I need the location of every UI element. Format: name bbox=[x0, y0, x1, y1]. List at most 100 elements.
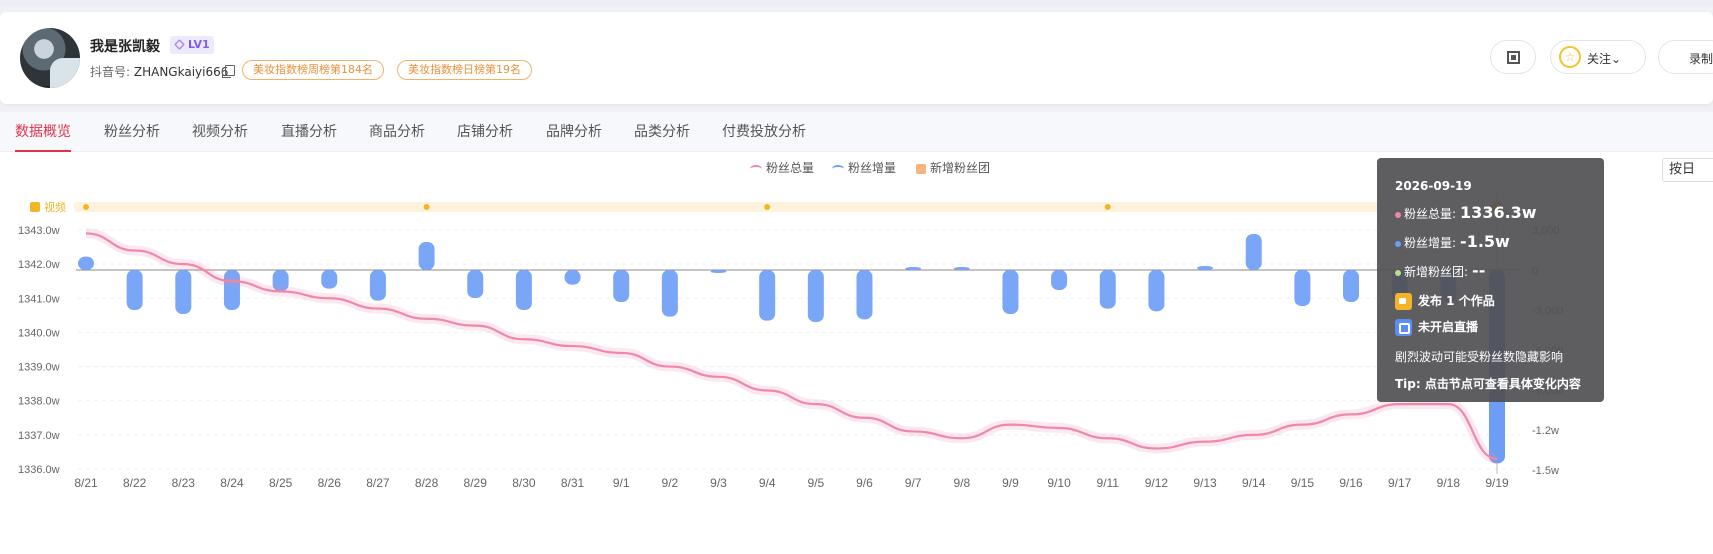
y-left-tick-label: 1338.0w bbox=[18, 396, 60, 408]
fans-total-line-glow bbox=[85, 228, 1498, 464]
avatar[interactable] bbox=[20, 28, 80, 88]
x-tick-label: 9/17 bbox=[1388, 476, 1412, 490]
record-label: 录制 bbox=[1689, 52, 1713, 66]
x-tick-label: 9/14 bbox=[1242, 476, 1266, 490]
video-marker[interactable] bbox=[423, 204, 430, 210]
fans-delta-bar[interactable] bbox=[807, 270, 824, 322]
fans-delta-bar[interactable] bbox=[1294, 270, 1311, 306]
follow-label: 关注⌄ bbox=[1587, 52, 1622, 66]
fans-delta-bar[interactable] bbox=[1099, 270, 1116, 309]
dot-icon bbox=[1395, 240, 1401, 247]
fans-delta-bar[interactable] bbox=[1051, 270, 1068, 290]
level-text: LV1 bbox=[188, 38, 210, 51]
x-tick-label: 8/31 bbox=[561, 476, 585, 490]
qr-button[interactable] bbox=[1490, 40, 1536, 74]
fans-delta-bar[interactable] bbox=[78, 256, 94, 270]
douyin-id-value: ZHANGkaiyi666 bbox=[133, 65, 229, 79]
fans-delta-bar[interactable] bbox=[564, 270, 581, 285]
x-tick-label: 9/5 bbox=[807, 476, 824, 490]
y-left-tick-label: 1342.0w bbox=[18, 259, 60, 271]
fans-delta-bar[interactable] bbox=[613, 270, 630, 302]
chart-tooltip: 2026-09-19 粉丝总量: 1336.3w 粉丝增量: -1.5w 新增粉丝团… bbox=[1377, 158, 1604, 402]
fans-delta-bar[interactable] bbox=[1002, 270, 1019, 314]
x-tick-label: 9/19 bbox=[1485, 476, 1509, 490]
fans-delta-bar[interactable] bbox=[1148, 270, 1165, 312]
fans-delta-bar[interactable] bbox=[710, 270, 727, 273]
tooltip-club-row: 新增粉丝团: -- bbox=[1395, 261, 1485, 280]
x-tick-label: 8/30 bbox=[512, 476, 536, 490]
fans-delta-bar[interactable] bbox=[953, 267, 970, 270]
video-marker[interactable] bbox=[1104, 204, 1111, 210]
fans-delta-bar[interactable] bbox=[515, 270, 532, 310]
main-panel: 数据概览 粉丝分析 视频分析 直播分析 商品分析 店铺分析 品牌分析 品类分析 … bbox=[0, 112, 1713, 554]
x-tick-label: 9/6 bbox=[856, 476, 873, 490]
copy-icon[interactable] bbox=[222, 65, 235, 78]
top-strip bbox=[0, 0, 1713, 6]
y-left-tick-label: 1336.0w bbox=[18, 464, 60, 476]
record-button[interactable]: 录制 bbox=[1658, 40, 1713, 74]
douyin-id: 抖音号: ZHANGkaiyi666 bbox=[90, 63, 228, 80]
video-marker[interactable] bbox=[83, 204, 89, 210]
x-tick-label: 9/9 bbox=[1002, 476, 1019, 490]
tooltip-total-row: 粉丝总量: 1336.3w bbox=[1395, 203, 1537, 222]
video-icon bbox=[1395, 293, 1412, 310]
x-tick-label: 9/18 bbox=[1437, 476, 1461, 490]
x-tick-label: 8/27 bbox=[366, 476, 390, 490]
fans-delta-bar[interactable] bbox=[1343, 270, 1360, 302]
star-icon: ☆ bbox=[1559, 46, 1581, 68]
fans-delta-bar[interactable] bbox=[1197, 266, 1214, 270]
tooltip-note: 剧烈波动可能受粉丝数隐藏影响 bbox=[1395, 350, 1564, 364]
x-tick-label: 8/26 bbox=[318, 476, 342, 490]
rank-tag-daily[interactable]: 美妆指数榜日榜第19名 bbox=[397, 60, 532, 80]
follow-button[interactable]: ☆ 关注⌄ bbox=[1550, 40, 1646, 74]
x-tick-label: 9/13 bbox=[1193, 476, 1217, 490]
y-left-tick-label: 1339.0w bbox=[18, 362, 60, 374]
live-icon bbox=[1395, 319, 1412, 336]
x-tick-label: 8/25 bbox=[269, 476, 293, 490]
fans-delta-bar[interactable] bbox=[321, 270, 338, 289]
fans-delta-bar[interactable] bbox=[126, 270, 143, 310]
x-tick-label: 9/10 bbox=[1047, 476, 1071, 490]
profile-card: 我是张凯毅 LV1 抖音号: ZHANGkaiyi666 美妆指数榜周榜第184… bbox=[0, 12, 1713, 104]
y-left-tick-label: 1343.0w bbox=[18, 225, 60, 237]
fans-delta-bar[interactable] bbox=[661, 270, 678, 317]
dot-icon bbox=[1395, 269, 1401, 276]
x-tick-label: 8/23 bbox=[172, 476, 196, 490]
video-marker[interactable] bbox=[764, 204, 771, 210]
x-tick-label: 9/12 bbox=[1145, 476, 1169, 490]
fans-delta-bar[interactable] bbox=[418, 242, 435, 270]
x-tick-label: 9/8 bbox=[953, 476, 970, 490]
x-tick-label: 9/2 bbox=[662, 476, 679, 490]
fans-delta-bar[interactable] bbox=[856, 270, 873, 320]
tooltip-delta-row: 粉丝增量: -1.5w bbox=[1395, 232, 1510, 251]
fans-delta-bar[interactable] bbox=[905, 267, 922, 270]
fans-delta-bar[interactable] bbox=[369, 270, 386, 301]
video-track-label: 视频 bbox=[44, 200, 66, 214]
x-tick-label: 9/16 bbox=[1339, 476, 1363, 490]
fans-delta-bar[interactable] bbox=[759, 270, 776, 321]
x-tick-label: 8/29 bbox=[464, 476, 488, 490]
tooltip-live-row: 未开启直播 bbox=[1395, 318, 1478, 336]
y-left-tick-label: 1341.0w bbox=[18, 293, 60, 305]
fans-delta-bar[interactable] bbox=[1245, 234, 1262, 270]
y-left-tick-label: 1340.0w bbox=[18, 327, 60, 339]
x-tick-label: 8/24 bbox=[220, 476, 244, 490]
video-track-band bbox=[74, 202, 1514, 212]
tooltip-tip: Tip: 点击节点可查看具体变化内容 bbox=[1395, 377, 1581, 391]
tooltip-video-row: 发布 1 个作品 bbox=[1395, 292, 1495, 310]
rank-tag-weekly[interactable]: 美妆指数榜周榜第184名 bbox=[242, 60, 384, 80]
x-tick-label: 9/15 bbox=[1291, 476, 1315, 490]
y-left-tick-label: 1337.0w bbox=[18, 430, 60, 442]
y-right-tick-label: -1.5w bbox=[1532, 465, 1559, 477]
fans-delta-bar[interactable] bbox=[467, 270, 484, 298]
x-tick-label: 8/21 bbox=[74, 476, 98, 490]
x-tick-label: 8/28 bbox=[415, 476, 439, 490]
x-tick-label: 9/4 bbox=[759, 476, 776, 490]
qr-code-icon bbox=[1507, 51, 1520, 64]
x-tick-label: 9/1 bbox=[613, 476, 630, 490]
x-tick-label: 8/22 bbox=[123, 476, 147, 490]
x-tick-label: 9/11 bbox=[1097, 476, 1120, 490]
fans-delta-bar[interactable] bbox=[175, 270, 192, 314]
dot-icon bbox=[1395, 211, 1401, 218]
level-badge: LV1 bbox=[170, 36, 214, 54]
